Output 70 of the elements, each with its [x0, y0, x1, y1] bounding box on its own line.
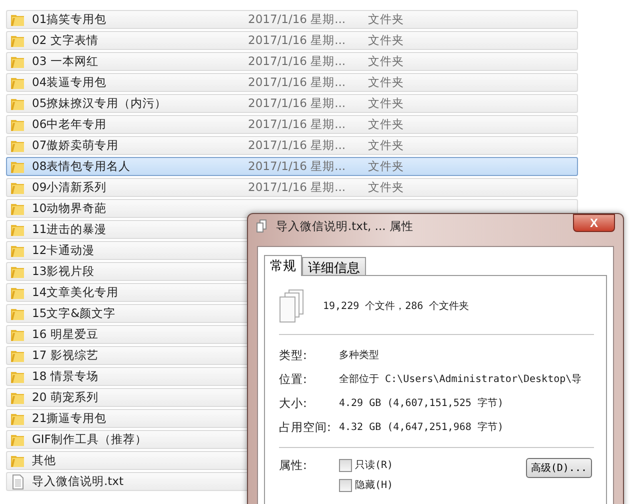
file-name: 08表情包专用名人 — [32, 159, 131, 174]
checkbox[interactable] — [339, 458, 352, 472]
file-name: 13影视片段 — [32, 264, 95, 279]
file-name: GIF制作工具（推荐） — [32, 432, 147, 447]
files-icon — [279, 289, 305, 323]
file-name: 05撩妹撩汉专用（内污） — [32, 96, 167, 111]
file-row[interactable]: 02 文字表情 2017/1/16 星期... 文件夹 — [6, 31, 578, 50]
file-date: 2017/1/16 星期... — [248, 12, 347, 27]
checkbox[interactable] — [339, 478, 352, 492]
file-date: 2017/1/16 星期... — [248, 159, 347, 174]
file-name: 11进击的暴漫 — [32, 222, 107, 237]
property-label: 类型: — [279, 348, 308, 362]
file-type: 文件夹 — [368, 54, 405, 69]
file-type: 文件夹 — [368, 96, 405, 111]
checkbox-label[interactable]: 只读(R) — [355, 458, 394, 472]
file-row[interactable]: 04装逼专用包 2017/1/16 星期... 文件夹 — [6, 73, 578, 92]
file-name: 06中老年专用 — [32, 117, 107, 132]
file-name: 16 明星爱豆 — [32, 327, 98, 342]
file-name: 10动物界奇葩 — [32, 201, 107, 216]
file-name: 导入微信说明.txt — [32, 474, 124, 489]
file-row[interactable]: 08表情包专用名人 2017/1/16 星期... 文件夹 — [6, 157, 578, 176]
file-date: 2017/1/16 星期... — [248, 54, 347, 69]
file-type: 文件夹 — [368, 180, 405, 195]
file-name: 03 一本网红 — [32, 54, 98, 69]
file-type: 文件夹 — [368, 159, 405, 174]
tab[interactable]: 详细信息 — [302, 257, 366, 275]
file-row[interactable]: 09小清新系列 2017/1/16 星期... 文件夹 — [6, 178, 578, 197]
file-type: 文件夹 — [368, 138, 405, 153]
file-name: 17 影视综艺 — [32, 348, 98, 363]
file-name: 09小清新系列 — [32, 180, 107, 195]
file-date: 2017/1/16 星期... — [248, 75, 347, 90]
file-row[interactable]: 01搞笑专用包 2017/1/16 星期... 文件夹 — [6, 10, 578, 29]
file-row[interactable]: 07傲娇卖萌专用 2017/1/16 星期... 文件夹 — [6, 136, 578, 155]
summary-text: 19,229 个文件，286 个文件夹 — [323, 300, 470, 313]
property-label: 位置: — [279, 372, 308, 386]
file-name: 04装逼专用包 — [32, 75, 107, 90]
file-name: 01搞笑专用包 — [32, 12, 107, 27]
file-date: 2017/1/16 星期... — [248, 138, 347, 153]
file-type: 文件夹 — [368, 12, 405, 27]
file-row[interactable]: 03 一本网红 2017/1/16 星期... 文件夹 — [6, 52, 578, 71]
property-label: 占用空间: — [279, 420, 332, 434]
file-row[interactable]: 05撩妹撩汉专用（内污） 2017/1/16 星期... 文件夹 — [6, 94, 578, 113]
file-name: 12卡通动漫 — [32, 243, 95, 258]
property-label: 大小: — [279, 396, 308, 410]
file-name: 18 情景专场 — [32, 369, 98, 384]
file-name: 21撕逼专用包 — [32, 411, 107, 426]
tab[interactable]: 常规 — [264, 255, 302, 276]
file-name: 07傲娇卖萌专用 — [32, 138, 119, 153]
advanced-button[interactable]: 高级(D)... — [526, 458, 592, 478]
window-title: 导入微信说明.txt, ... 属性 — [276, 218, 414, 234]
file-name: 20 萌宠系列 — [32, 390, 98, 405]
file-date: 2017/1/16 星期... — [248, 33, 347, 48]
file-date: 2017/1/16 星期... — [248, 117, 347, 132]
text-file-icon — [10, 474, 26, 490]
file-type: 文件夹 — [368, 33, 405, 48]
file-row[interactable]: 06中老年专用 2017/1/16 星期... 文件夹 — [6, 115, 578, 134]
file-name: 15文字&颜文字 — [32, 306, 116, 321]
property-value: 4.29 GB (4,607,151,525 字节) — [339, 396, 504, 410]
file-name: 其他 — [32, 453, 56, 468]
property-value: 多种类型 — [339, 348, 379, 362]
file-name: 14文章美化专用 — [32, 285, 119, 300]
file-date: 2017/1/16 星期... — [248, 180, 347, 195]
file-name: 02 文字表情 — [32, 33, 98, 48]
property-value: 4.32 GB (4,647,251,968 字节) — [339, 420, 504, 434]
property-label: 属性: — [279, 458, 308, 473]
file-date: 2017/1/16 星期... — [248, 96, 347, 111]
file-type: 文件夹 — [368, 117, 405, 132]
files-icon — [256, 219, 268, 233]
checkbox-label[interactable]: 隐藏(H) — [355, 478, 394, 492]
file-type: 文件夹 — [368, 75, 405, 90]
